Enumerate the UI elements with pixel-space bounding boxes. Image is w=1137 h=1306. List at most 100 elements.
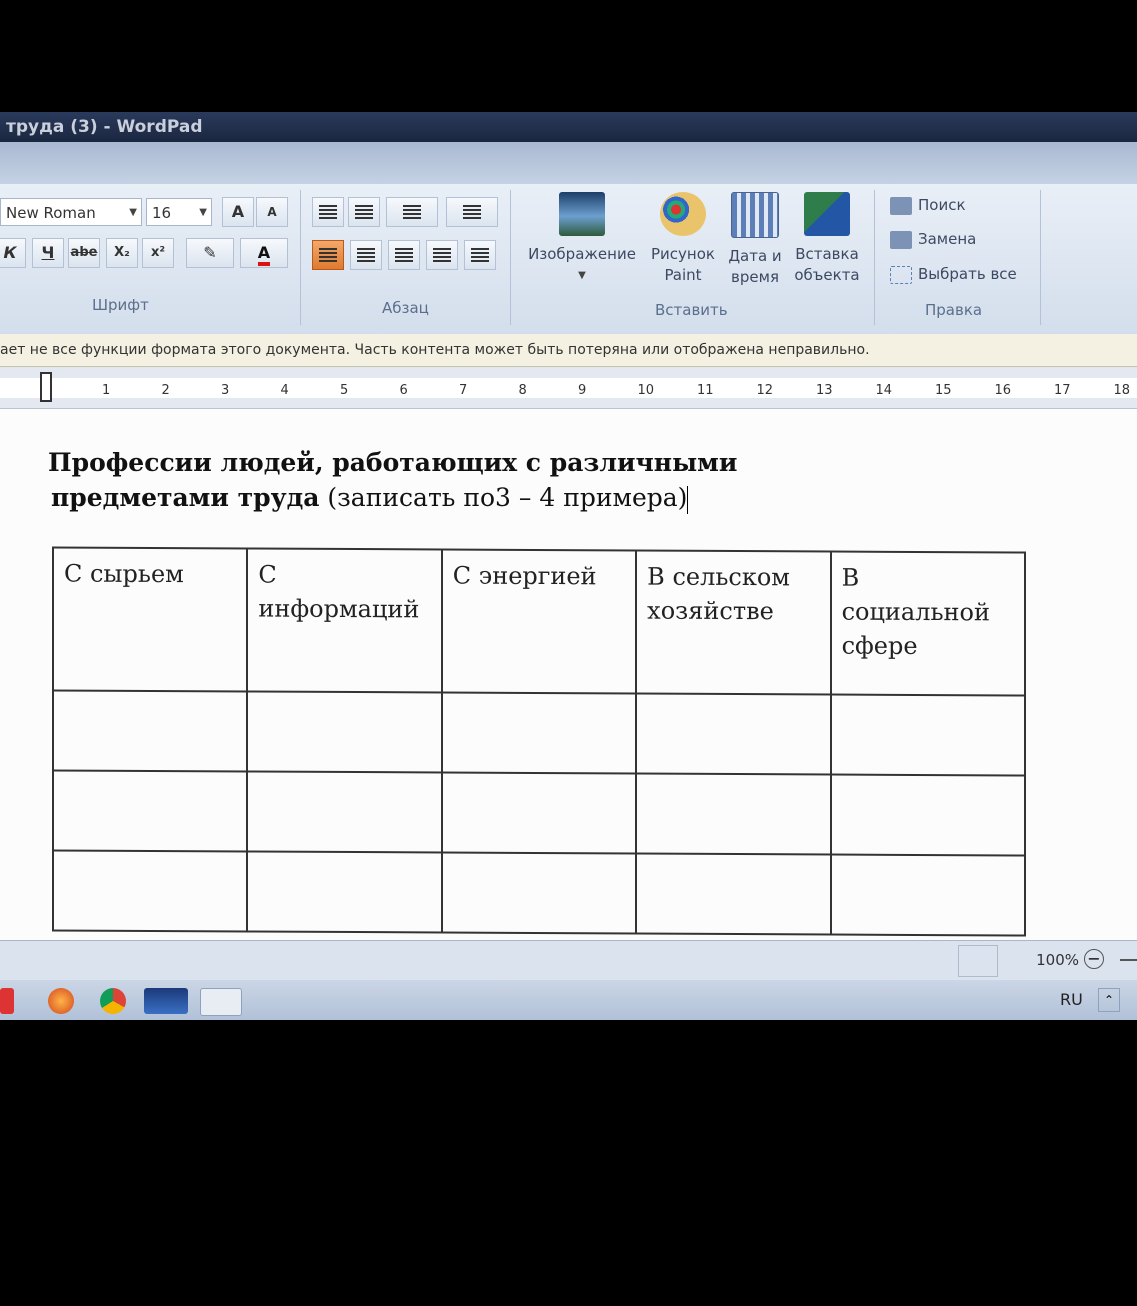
subscript-button[interactable]: X₂	[106, 238, 138, 268]
table-cell[interactable]	[636, 773, 831, 855]
table-cell[interactable]	[636, 853, 831, 935]
palette-icon	[660, 192, 706, 236]
font-size-value: 16	[152, 204, 172, 222]
ruler-tick: 6	[399, 383, 408, 398]
ruler-tick: 18	[1113, 383, 1131, 398]
increase-indent-button[interactable]	[348, 197, 380, 227]
justify-button[interactable]	[426, 240, 458, 270]
highlighter-icon: ✎	[203, 243, 217, 262]
table-cell[interactable]	[53, 690, 248, 772]
insert-object-label-line1: Вставка	[795, 245, 859, 263]
select-all-label: Выбрать все	[918, 265, 1017, 283]
font-size-combo[interactable]: 16 ▼	[146, 198, 212, 226]
paint-drawing-button[interactable]: Рисунок Paint	[648, 192, 718, 286]
insert-group-label: Вставить	[655, 301, 728, 319]
decrease-indent-button[interactable]	[312, 197, 344, 227]
firefox-icon[interactable]	[48, 988, 74, 1014]
text-cursor	[687, 485, 689, 514]
warning-text: ает не все функции формата этого докумен…	[0, 342, 870, 358]
header-cell[interactable]: С энергией	[441, 549, 637, 694]
find-label: Поиск	[918, 196, 966, 214]
image-icon	[559, 192, 605, 236]
replace-button[interactable]: Замена	[890, 230, 976, 249]
header-cell[interactable]: С информаций	[247, 548, 442, 693]
start-icon[interactable]	[0, 988, 14, 1014]
table-cell[interactable]	[53, 850, 248, 932]
heading-bold-part: предметами труда	[51, 483, 320, 512]
table-row	[53, 850, 1025, 936]
document-heading[interactable]: Профессии людей, работающих с различными…	[48, 445, 737, 515]
date-time-label-line2: время	[731, 268, 779, 286]
chevron-down-icon: ▼	[199, 207, 207, 218]
select-all-button[interactable]: Выбрать все	[890, 265, 1017, 284]
table-cell[interactable]	[441, 692, 637, 774]
align-center-button[interactable]	[350, 240, 382, 270]
paint-label-line2: Paint	[664, 266, 702, 284]
strikethrough-button[interactable]: abe	[68, 238, 100, 268]
highlight-button[interactable]: ✎	[186, 238, 234, 268]
header-cell[interactable]: В сельском хозяйстве	[636, 550, 831, 695]
language-indicator[interactable]: RU	[1060, 990, 1083, 1009]
ruler-tick: 7	[459, 383, 468, 398]
font-group-label: Шрифт	[92, 296, 149, 314]
table-cell[interactable]	[636, 693, 831, 775]
italic-label: К	[3, 243, 17, 262]
table-row	[53, 690, 1025, 776]
table-cell[interactable]	[830, 854, 1025, 936]
table-cell[interactable]	[441, 852, 637, 934]
compatibility-warning-bar: ает не все функции формата этого докумен…	[0, 334, 1137, 367]
ruler[interactable]: 1 2 3 4 5 6 7 8 9 10 11 12 13 14 15 16 17 18	[0, 368, 1137, 409]
ribbon: New Roman ▼ 16 ▼ A A К Ч abe X₂ x² ✎ A Ш…	[0, 184, 1137, 335]
ruler-tick: 15	[935, 383, 952, 398]
document-area[interactable]: Профессии людей, работающих с различными…	[0, 409, 1137, 940]
list-button[interactable]	[386, 197, 438, 227]
insert-image-button[interactable]: Изображение ▼	[523, 192, 641, 286]
line-spacing-button[interactable]	[446, 197, 498, 227]
align-left-button[interactable]	[312, 240, 344, 270]
ribbon-separator	[874, 190, 875, 325]
zoom-out-icon[interactable]: −	[1084, 949, 1104, 969]
increase-indent-icon	[355, 205, 373, 219]
ribbon-separator	[510, 190, 511, 325]
table-cell[interactable]	[53, 770, 248, 852]
header-cell[interactable]: С сырьем	[53, 547, 248, 692]
date-time-button[interactable]: Дата и время	[720, 192, 790, 288]
paragraph-button[interactable]	[464, 240, 496, 270]
wordpad-taskbar-icon[interactable]	[200, 988, 242, 1016]
table-cell[interactable]	[247, 771, 442, 853]
paint-label-line1: Рисунок	[651, 245, 715, 263]
decrease-indent-icon	[319, 205, 337, 219]
grow-font-button[interactable]: A	[222, 197, 254, 227]
chrome-icon[interactable]	[100, 988, 126, 1014]
insert-object-button[interactable]: Вставка объекта	[792, 192, 862, 286]
select-all-icon	[890, 265, 912, 284]
heading-normal-part: (записать по3 – 4 примера)	[319, 483, 688, 512]
table-header-row: С сырьем С информаций С энергией В сельс…	[53, 547, 1025, 696]
table-cell[interactable]	[247, 851, 442, 933]
header-cell[interactable]: В социальной сфере	[830, 551, 1025, 696]
underline-button[interactable]: Ч	[32, 238, 64, 268]
italic-button[interactable]: К	[0, 238, 26, 268]
wordpad-window: труда (3) - WordPad New Roman ▼ 16 ▼ A A…	[0, 112, 1137, 1020]
find-button[interactable]: Поиск	[890, 196, 966, 215]
ruler-tick: 5	[340, 383, 349, 398]
indent-marker-icon[interactable]	[40, 372, 52, 402]
table-cell[interactable]	[441, 772, 637, 854]
binoculars-icon	[890, 196, 912, 215]
table-cell[interactable]	[247, 691, 442, 773]
font-color-button[interactable]: A	[240, 238, 288, 268]
media-player-icon[interactable]	[144, 988, 188, 1014]
zoom-slider[interactable]	[1120, 959, 1137, 961]
tray-expand-icon[interactable]: ⌃	[1098, 988, 1120, 1012]
align-right-button[interactable]	[388, 240, 420, 270]
align-center-icon	[357, 248, 375, 262]
superscript-button[interactable]: x²	[142, 238, 174, 268]
align-left-icon	[319, 248, 337, 262]
shrink-font-button[interactable]: A	[256, 197, 288, 227]
table-cell[interactable]	[830, 694, 1025, 776]
table-cell[interactable]	[830, 774, 1025, 856]
font-family-combo[interactable]: New Roman ▼	[0, 198, 142, 226]
ruler-tick: 14	[875, 383, 893, 398]
ruler-tick: 17	[1054, 383, 1071, 398]
ribbon-separator	[300, 190, 301, 325]
